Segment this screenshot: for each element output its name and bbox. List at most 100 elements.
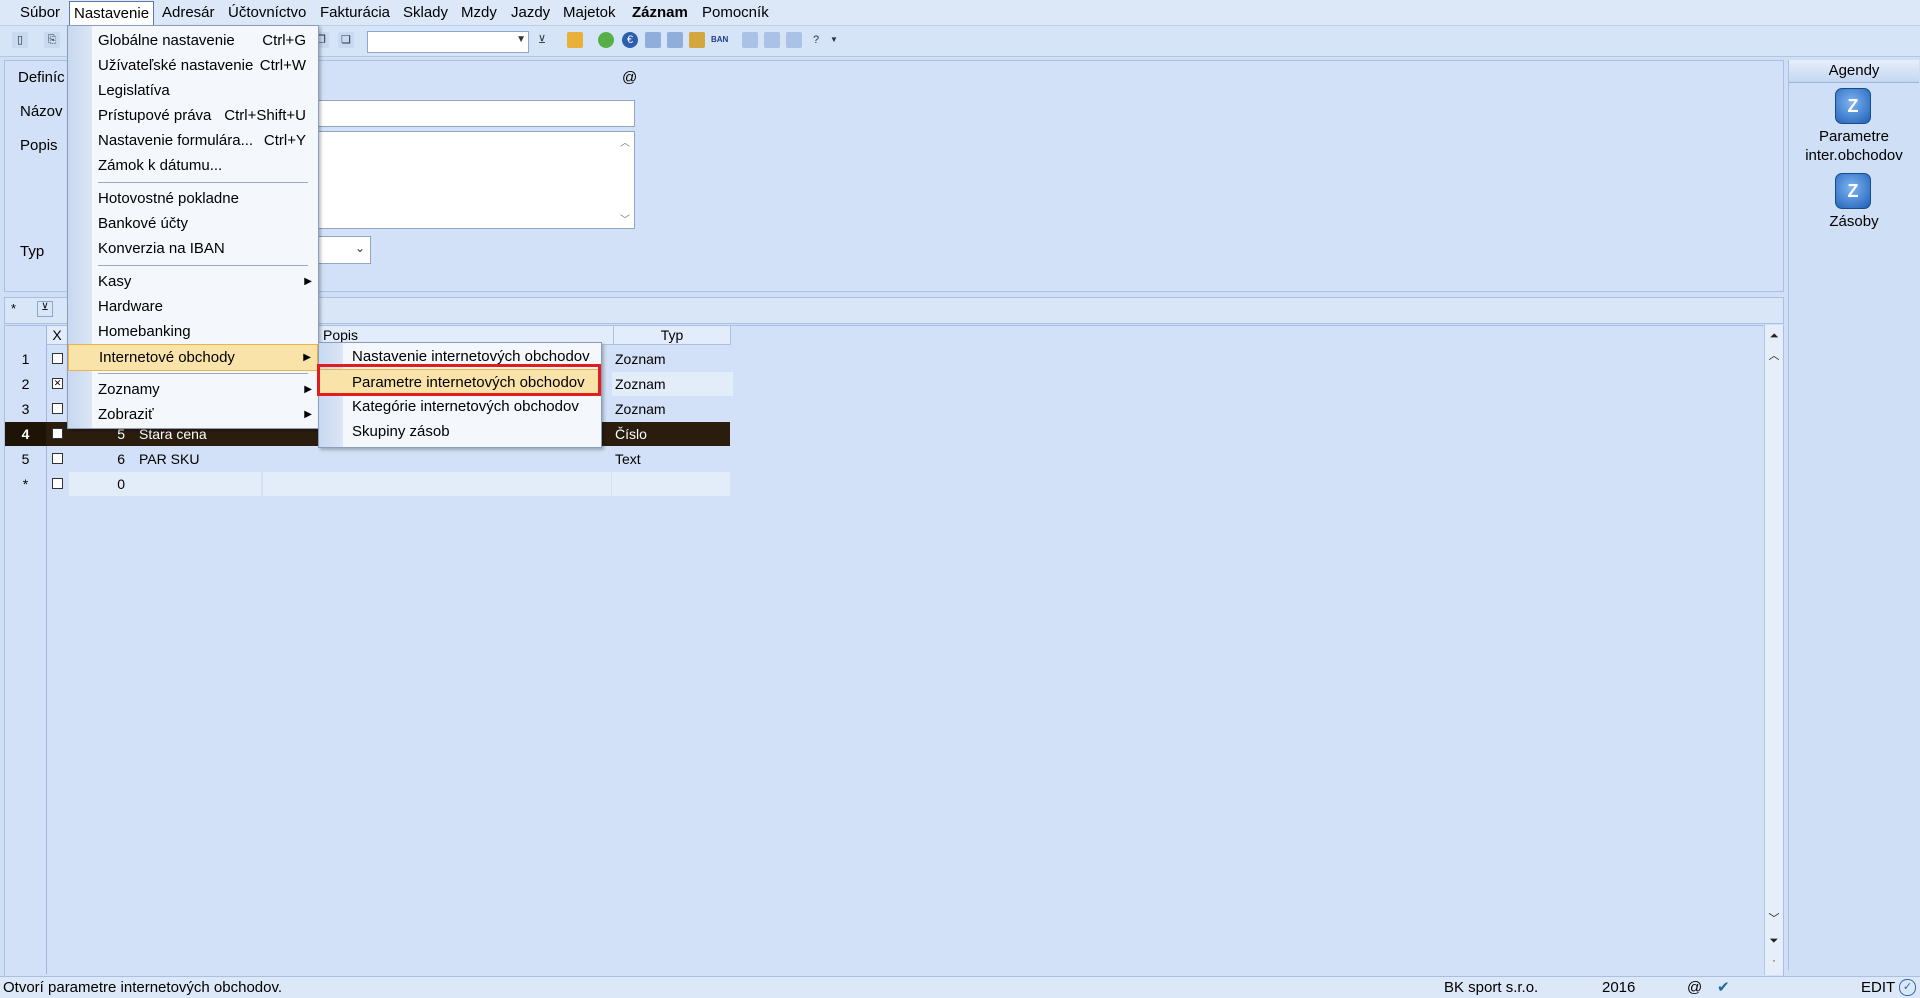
menu-nastavenie[interactable]: Nastavenie	[69, 1, 155, 25]
annotation-highlight-box	[317, 364, 601, 396]
submenu-arrow-icon: ▶	[304, 384, 312, 395]
money-icon[interactable]	[598, 32, 614, 48]
exit-icon[interactable]: ▯	[12, 32, 28, 48]
menu-bar: Súbor Nastavenie Adresár Účtovníctvo Fak…	[0, 0, 1920, 26]
menu-item-nastavenie-formulara[interactable]: Nastavenie formulára... Ctrl+Y	[68, 128, 318, 153]
row-number: 4	[5, 422, 46, 446]
table-icon[interactable]	[667, 32, 683, 48]
menu-item-zamok-k-datumu[interactable]: Zámok k dátumu...	[68, 153, 318, 178]
row-checkbox[interactable]	[52, 428, 63, 439]
filter-icon[interactable]: ⊻	[37, 301, 53, 317]
menu-separator	[98, 182, 308, 183]
definition-label: Definíc	[18, 69, 65, 86]
row-checkbox[interactable]	[52, 353, 63, 364]
menu-subor[interactable]: Súbor	[16, 3, 64, 23]
status-company: BK sport s.r.o.	[1444, 979, 1539, 996]
parameters-icon[interactable]: Z	[1835, 88, 1871, 124]
cell-typ: Zoznam	[612, 372, 733, 396]
menu-item-homebanking[interactable]: Homebanking	[68, 319, 318, 344]
column-header-x[interactable]: X	[47, 326, 68, 345]
scroll-end-icon[interactable]: ·	[1765, 952, 1783, 970]
menu-item-globalne-nastavenie[interactable]: Globálne nastavenie Ctrl+G	[68, 28, 318, 53]
table-row-new[interactable]: * 0	[5, 472, 730, 496]
menu-item-zoznamy[interactable]: Zoznamy ▶	[68, 377, 318, 402]
status-email-icon[interactable]: @	[1687, 977, 1702, 998]
window-icon[interactable]	[742, 32, 758, 48]
toolbar-combo[interactable]: ▼	[367, 31, 529, 53]
row-checkbox[interactable]	[52, 453, 63, 464]
status-year: 2016	[1602, 979, 1636, 996]
menu-item-bankove-ucty[interactable]: Bankové účty	[68, 211, 318, 236]
scroll-down-icon[interactable]: ﹀	[1765, 910, 1783, 928]
description-label: Popis	[20, 137, 58, 154]
cell-typ: Zoznam	[615, 401, 666, 417]
agenda-item-stock-label[interactable]: Zásoby	[1789, 212, 1919, 231]
new-record-icon[interactable]: *	[11, 301, 16, 316]
scroll-bottom-icon[interactable]: ⏷	[1765, 932, 1783, 950]
email-icon[interactable]: @	[622, 69, 637, 86]
row-checkbox[interactable]: ✕	[52, 378, 63, 389]
menu-item-skupiny-zasob[interactable]: Skupiny zásob	[319, 419, 601, 444]
help-icon[interactable]: ?	[808, 32, 824, 48]
chevron-down-icon: ▼	[516, 34, 526, 45]
scroll-top-icon[interactable]: ⏶	[1765, 327, 1783, 345]
name-input[interactable]	[315, 100, 635, 127]
euro-icon[interactable]: €	[622, 32, 638, 48]
copy-icon[interactable]: ❏	[338, 32, 354, 48]
row-number: 2	[21, 376, 30, 392]
menu-pomocnik[interactable]: Pomocník	[698, 3, 773, 23]
layout-icon[interactable]	[786, 32, 802, 48]
open-icon[interactable]: ⎘	[44, 32, 60, 48]
scroll-up-icon[interactable]: ︿	[1765, 347, 1783, 365]
menu-sklady[interactable]: Sklady	[399, 3, 452, 23]
scroll-up-icon[interactable]: ︿	[620, 134, 630, 149]
filter-clear-icon[interactable]: ⊻	[534, 32, 550, 48]
menu-item-internetove-obchody[interactable]: Internetové obchody ▶	[68, 344, 318, 371]
menu-item-hardware[interactable]: Hardware	[68, 294, 318, 319]
ok-icon: ✓	[1899, 979, 1916, 996]
scroll-down-icon[interactable]: ﹀	[620, 211, 630, 226]
menu-separator	[98, 373, 308, 374]
submenu-arrow-icon: ▶	[304, 276, 312, 287]
menu-uctovnictvo[interactable]: Účtovníctvo	[224, 3, 310, 23]
menu-item-konverzia-iban[interactable]: Konverzia na IBAN	[68, 236, 318, 261]
vertical-scrollbar[interactable]: ⏶ ︿ ﹀ ⏷ ·	[1764, 325, 1783, 975]
agenda-item-parameters-label[interactable]: Parametre	[1789, 127, 1919, 146]
menu-jazdy[interactable]: Jazdy	[507, 3, 554, 23]
menu-majetok[interactable]: Majetok	[559, 3, 620, 23]
menu-adresar[interactable]: Adresár	[158, 3, 219, 23]
agenda-item-parameters-label-2[interactable]: inter.obchodov	[1789, 146, 1919, 165]
agendy-panel: Agendy Z Parametre inter.obchodov Z Záso…	[1788, 60, 1919, 970]
menu-mzdy[interactable]: Mzdy	[457, 3, 501, 23]
cell-typ: Číslo	[615, 426, 647, 442]
column-header-typ[interactable]: Typ	[614, 326, 731, 345]
menu-item-kategorie-internetovych-obchodov[interactable]: Kategórie internetových obchodov	[319, 394, 601, 419]
row-number: 1	[21, 351, 30, 367]
menu-item-pristupove-prava[interactable]: Prístupové práva Ctrl+Shift+U	[68, 103, 318, 128]
cell-typ: Zoznam	[615, 351, 666, 367]
nastavenie-menu: Globálne nastavenie Ctrl+G Užívateľské na…	[67, 25, 319, 429]
coins-icon[interactable]	[689, 32, 705, 48]
form-icon[interactable]	[764, 32, 780, 48]
stock-icon[interactable]: Z	[1835, 173, 1871, 209]
row-checkbox[interactable]	[52, 403, 63, 414]
row-number: *	[22, 476, 29, 492]
menu-item-hotovostne-pokladne[interactable]: Hotovostné pokladne	[68, 186, 318, 211]
cell-name: PAR SKU	[139, 451, 200, 467]
chevron-down-icon[interactable]: ▼	[826, 32, 842, 48]
menu-fakturacia[interactable]: Fakturácia	[316, 3, 394, 23]
menu-zaznam[interactable]: Záznam	[628, 3, 692, 23]
status-message: Otvorí parametre internetových obchodov.	[3, 979, 283, 996]
menu-item-uzivatelske-nastavenie[interactable]: Užívateľské nastavenie Ctrl+W	[68, 53, 318, 78]
iban-icon[interactable]: BAN	[711, 32, 728, 48]
menu-item-zobrazit[interactable]: Zobraziť ▶	[68, 402, 318, 427]
table-row[interactable]: 5 6 PAR SKU Text	[5, 447, 730, 471]
row-number: 5	[21, 451, 30, 467]
menu-item-legislativa[interactable]: Legislatíva	[68, 78, 318, 103]
folder-icon[interactable]	[567, 32, 583, 48]
type-select[interactable]: ⌄	[315, 236, 371, 264]
row-checkbox[interactable]	[52, 478, 63, 489]
calculator-icon[interactable]	[645, 32, 661, 48]
description-textarea[interactable]: ︿ ﹀	[315, 131, 635, 229]
menu-item-kasy[interactable]: Kasy ▶	[68, 269, 318, 294]
